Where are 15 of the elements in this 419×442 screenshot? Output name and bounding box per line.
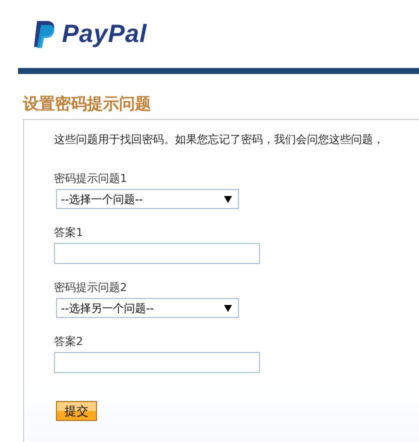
answer-field[interactable] xyxy=(54,352,260,373)
question-select[interactable]: --选择一个问题-- xyxy=(56,189,239,209)
field-label: 密码提示问题2 xyxy=(54,280,127,295)
answer-field[interactable] xyxy=(54,243,260,264)
submit-button[interactable]: 提交 xyxy=(56,401,97,421)
field-label: 密码提示问题1 xyxy=(54,171,127,186)
logo-text: PayPal xyxy=(62,20,148,48)
page-heading: 设置密码提示问题 xyxy=(23,94,152,115)
paypal-logo-icon xyxy=(34,20,56,48)
question-select[interactable]: --选择另一个问题-- xyxy=(56,298,239,318)
field-label: 答案1 xyxy=(54,225,83,240)
caret-icon xyxy=(224,196,232,202)
field-label: 答案2 xyxy=(54,334,83,349)
intro-text: 这些问题用于找回密码。如果您忘记了密码，我们会问您这些问题， xyxy=(54,132,385,147)
caret-icon xyxy=(224,304,232,312)
